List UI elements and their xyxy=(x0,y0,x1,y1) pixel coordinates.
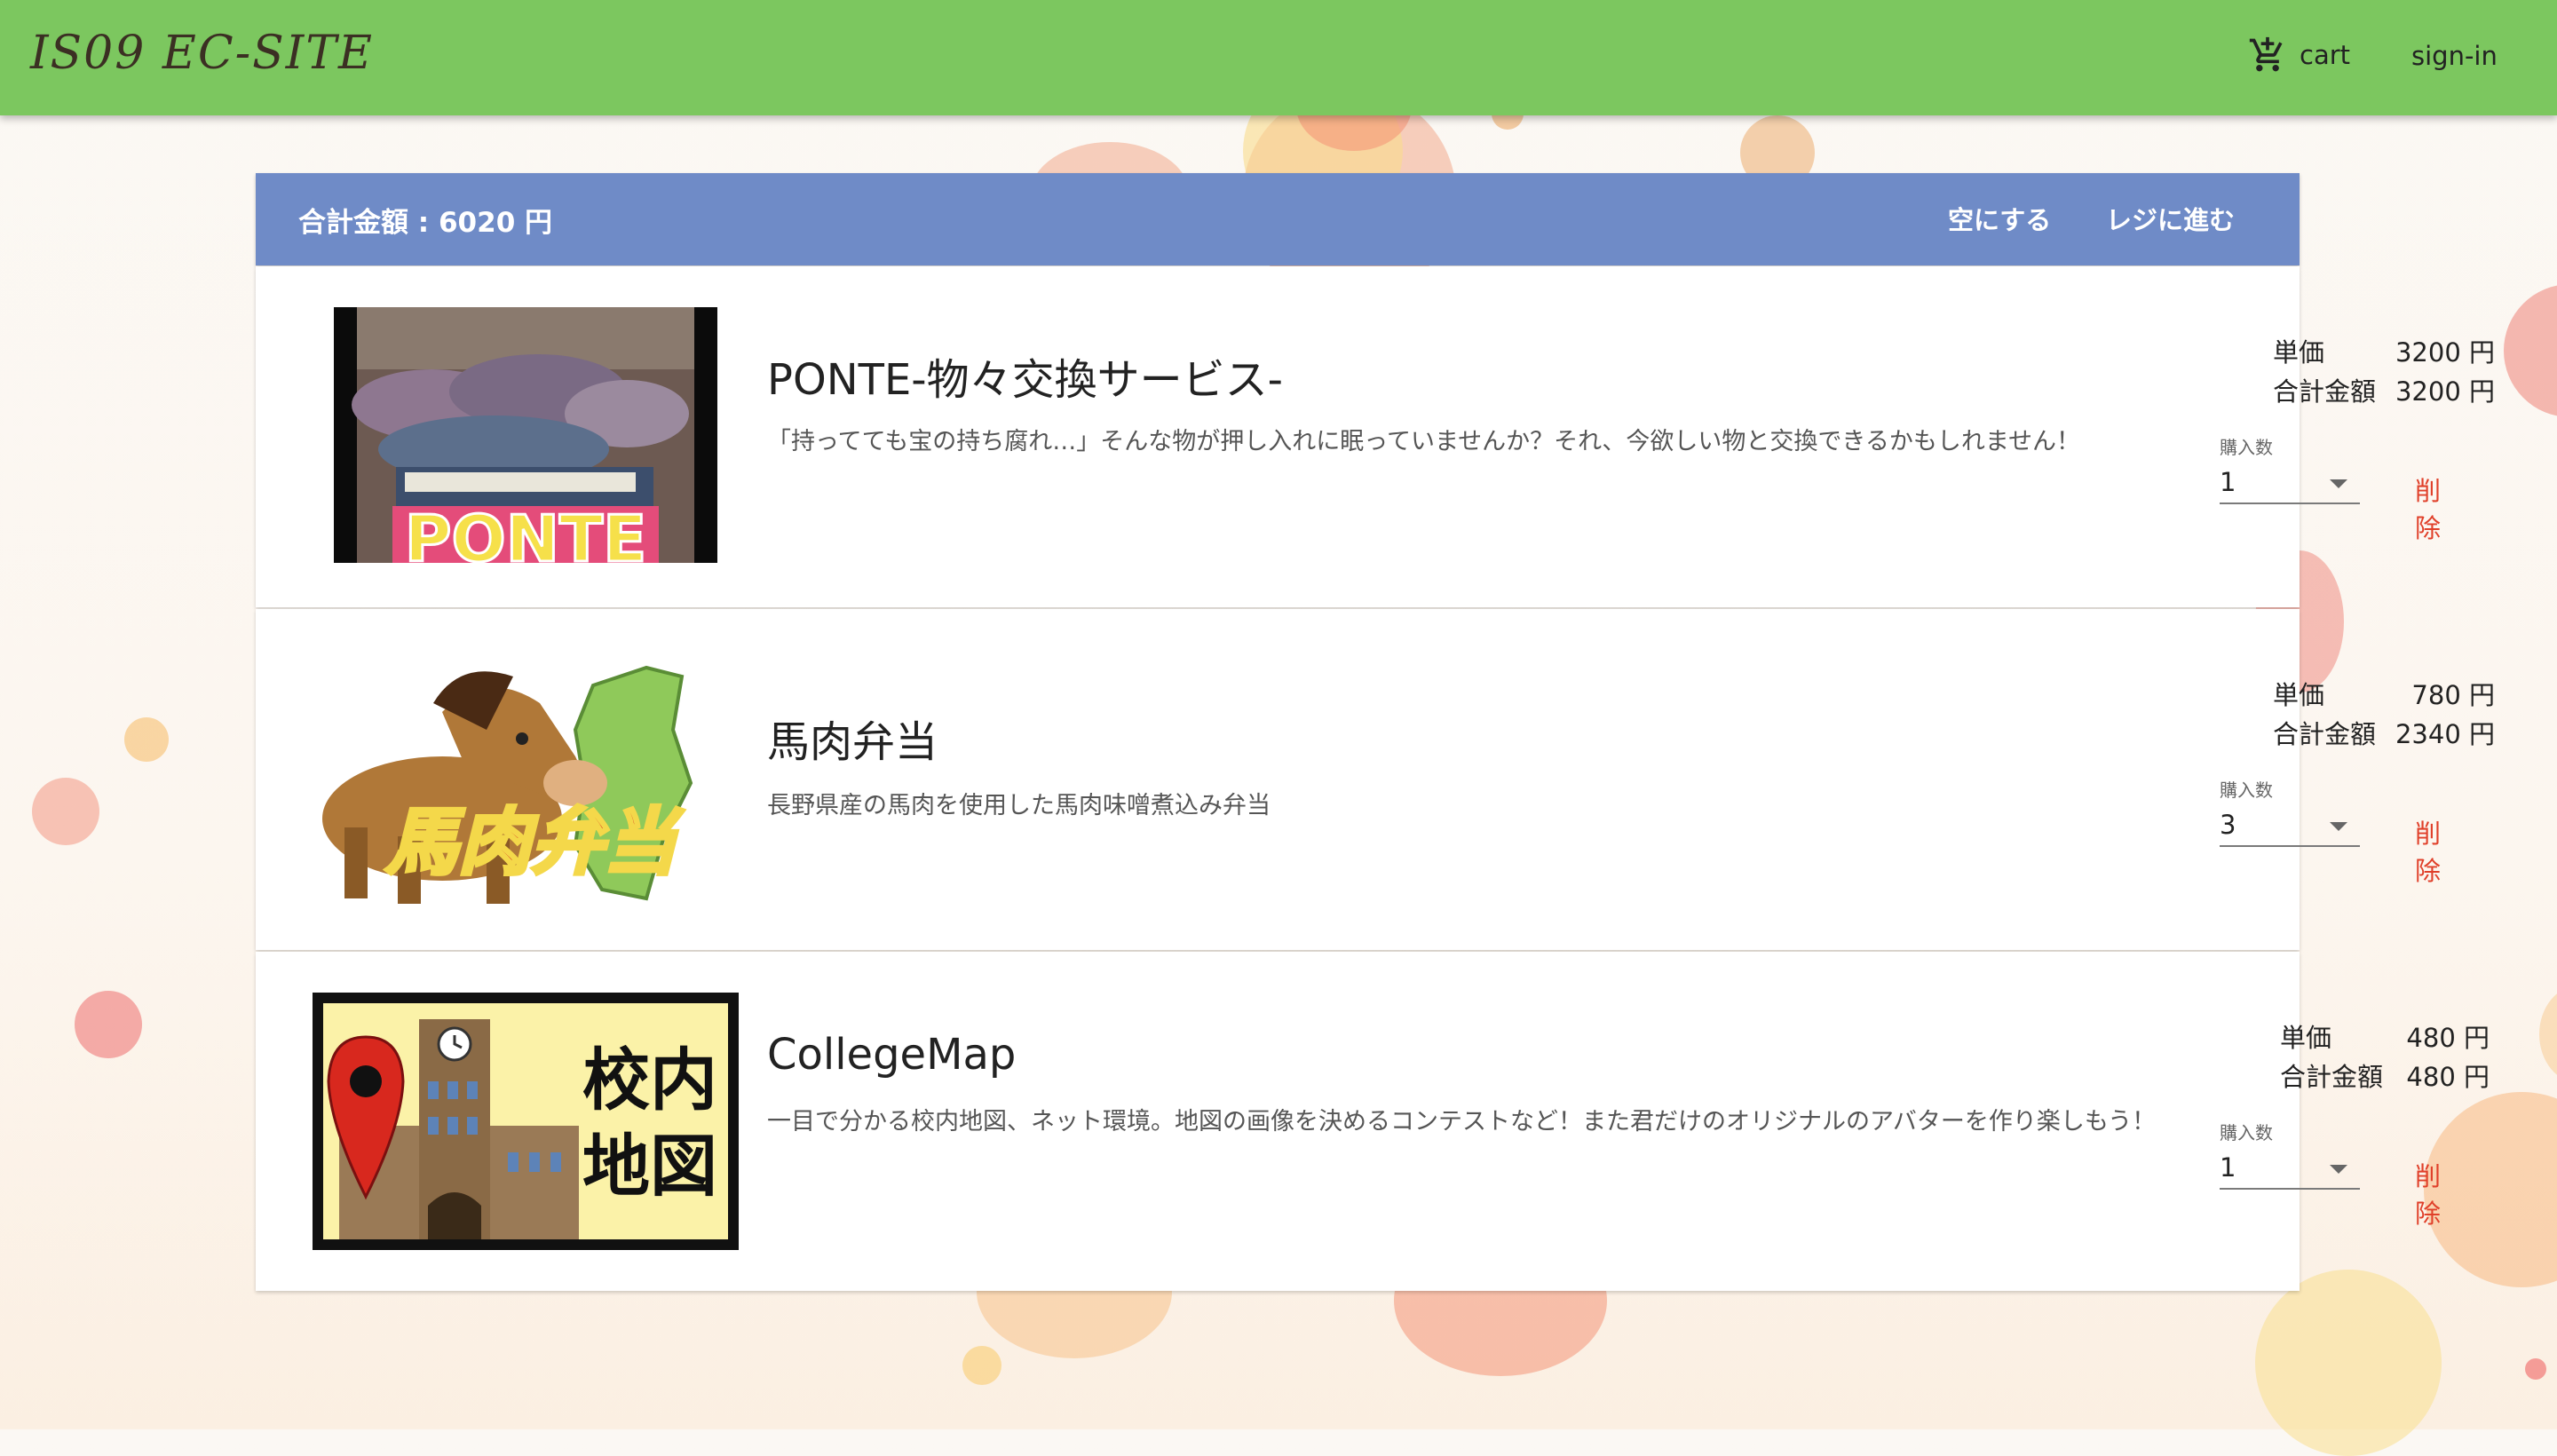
clear-cart-button[interactable]: 空にする xyxy=(1948,200,2051,237)
item-description: 「持ってても宝の持ち腐れ…」そんな物が押し入れに眠っていませんか？それ、今欲しい… xyxy=(767,428,2081,455)
subtotal-label: 合計金額 xyxy=(2273,719,2377,749)
unit-price-value: 480 円 xyxy=(2406,1023,2490,1053)
horse-meat-bento-image: 馬肉弁当 xyxy=(322,665,693,904)
cart-summary-bar: 合計金額 : 6020 円 空にする レジに進む xyxy=(256,173,2300,265)
map-thumb-text-2: 地図 xyxy=(582,1127,717,1206)
sign-in-link[interactable]: sign-in xyxy=(2411,41,2498,71)
delete-item-button[interactable]: 削除 xyxy=(2415,471,2441,545)
cart-item: 校内 地図 CollegeMap 一目で分かる校内地図、ネット環境。地図の画像を… xyxy=(256,952,2490,1291)
cart-label: cart xyxy=(2300,40,2351,70)
item-name: CollegeMap xyxy=(767,1030,1017,1080)
quantity-select[interactable]: 1 xyxy=(2220,1152,2360,1190)
quantity-value: 1 xyxy=(2220,467,2236,497)
nav-cart-link[interactable]: cart xyxy=(2248,36,2350,75)
item-price-block: 単価 480 円 合計金額 480 円 xyxy=(2280,1017,2490,1096)
item-price-block: 単価 3200 円 合計金額 3200 円 xyxy=(2273,332,2495,410)
ponte-product-image: PONTE xyxy=(334,307,717,578)
item-price-block: 単価 780 円 合計金額 2340 円 xyxy=(2273,675,2495,753)
dropdown-arrow-icon xyxy=(2330,822,2347,831)
cart-total: 合計金額 : 6020 円 xyxy=(298,207,553,239)
college-map-image: 校内 地図 xyxy=(313,993,739,1250)
dropdown-arrow-icon xyxy=(2330,479,2347,488)
quantity-value: 3 xyxy=(2220,810,2236,840)
cart-item: PONTE PONTE-物々交換サービス- 「持ってても宝の持ち腐れ…」そんな物… xyxy=(256,266,2495,607)
delete-item-button[interactable]: 削除 xyxy=(2415,1156,2441,1230)
cart-item: 馬肉弁当 馬肉弁当 長野県産の馬肉を使用した馬肉味噌煮込み弁当 単価 780 円… xyxy=(256,609,2495,950)
delete-item-button[interactable]: 削除 xyxy=(2415,813,2441,888)
checkout-button[interactable]: レジに進む xyxy=(2106,200,2235,237)
quantity-value: 1 xyxy=(2220,1152,2236,1183)
map-thumb-text-1: 校内 xyxy=(582,1041,717,1120)
ponte-thumb-text: PONTE xyxy=(405,502,647,563)
subtotal-value: 2340 円 xyxy=(2395,719,2495,749)
subtotal-label: 合計金額 xyxy=(2280,1062,2384,1092)
bento-thumb-text: 馬肉弁当 xyxy=(385,801,685,885)
quantity-label: 購入数 xyxy=(2220,779,2273,801)
quantity-select[interactable]: 1 xyxy=(2220,467,2360,504)
site-logo-title[interactable]: IS09 EC-SITE xyxy=(30,27,374,80)
cart-icon xyxy=(2249,36,2283,72)
subtotal-value: 480 円 xyxy=(2406,1062,2490,1092)
unit-price-label: 単価 xyxy=(2273,337,2325,368)
unit-price-label: 単価 xyxy=(2280,1023,2332,1053)
subtotal-label: 合計金額 xyxy=(2273,376,2377,407)
item-thumbnail: PONTE xyxy=(334,307,717,578)
item-thumbnail: 校内 地図 xyxy=(313,993,739,1250)
quantity-label: 購入数 xyxy=(2220,1122,2273,1143)
item-name: 馬肉弁当 xyxy=(767,717,938,767)
subtotal-value: 3200 円 xyxy=(2395,376,2495,407)
unit-price-value: 780 円 xyxy=(2411,680,2495,710)
top-app-bar: IS09 EC-SITE cart sign-in xyxy=(0,0,2557,115)
dropdown-arrow-icon xyxy=(2330,1165,2347,1174)
item-thumbnail: 馬肉弁当 xyxy=(309,650,721,907)
item-description: 長野県産の馬肉を使用した馬肉味噌煮込み弁当 xyxy=(767,792,1271,819)
quantity-select[interactable]: 3 xyxy=(2220,810,2360,847)
item-description: 一目で分かる校内地図、ネット環境。地図の画像を決めるコンテストなど！また君だけの… xyxy=(767,1108,2157,1136)
quantity-label: 購入数 xyxy=(2220,437,2273,458)
unit-price-label: 単価 xyxy=(2273,680,2325,710)
unit-price-value: 3200 円 xyxy=(2395,337,2495,368)
item-name: PONTE-物々交換サービス- xyxy=(767,355,1283,405)
